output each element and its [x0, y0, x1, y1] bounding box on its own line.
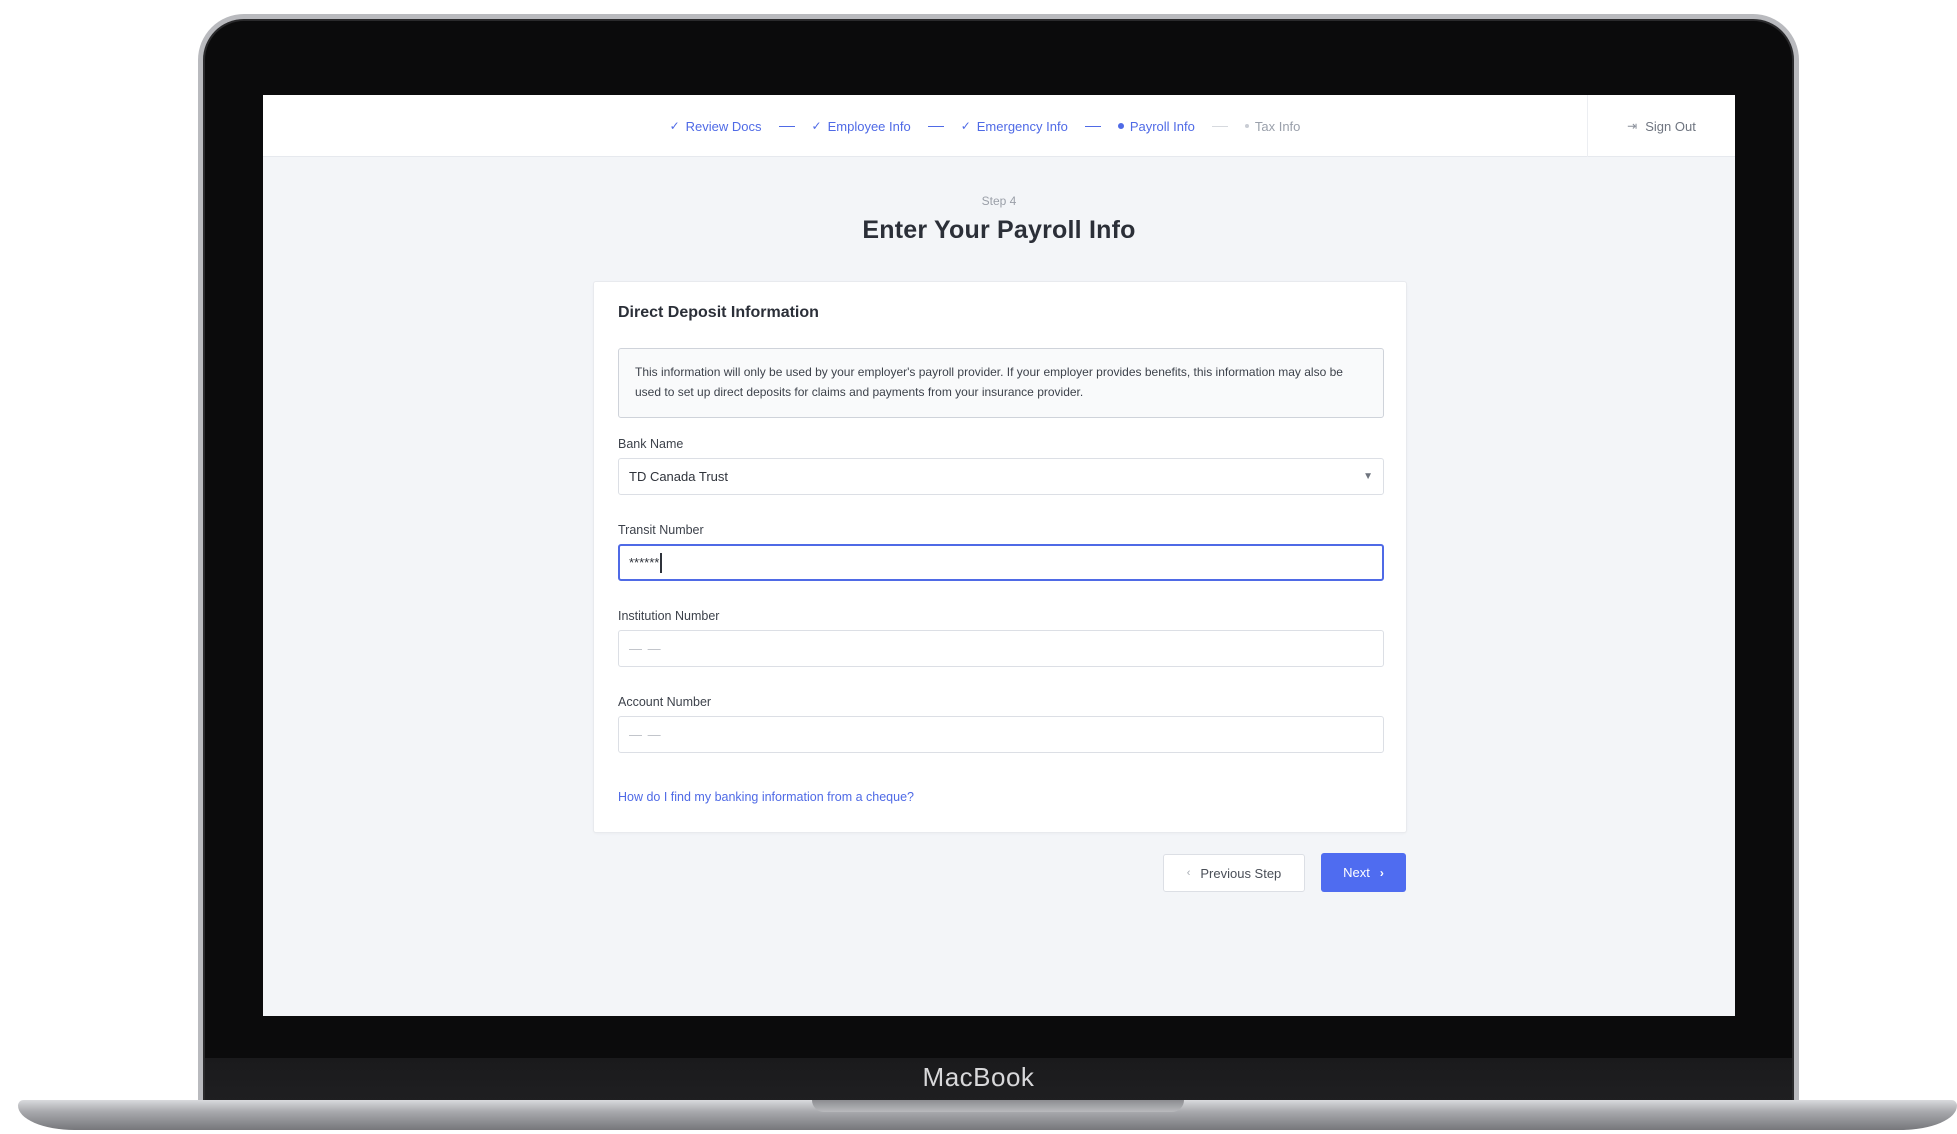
step-review-docs[interactable]: ✓ Review Docs [670, 119, 762, 134]
step-label: Payroll Info [1129, 118, 1195, 134]
step-separator [1084, 125, 1101, 127]
dot-icon [1244, 124, 1249, 128]
step-label: Emergency Info [976, 118, 1068, 134]
transit-number-label: Transit Number [618, 523, 704, 537]
institution-number-label: Institution Number [618, 609, 720, 623]
check-icon: ✓ [811, 119, 822, 133]
info-notice: This information will only be used by yo… [618, 348, 1384, 418]
progress-stepper: ✓ Review Docs ✓ Employee Info ✓ Emergenc… [263, 95, 1735, 157]
device-brand: MacBook [922, 1062, 1035, 1092]
step-label: Tax Info [1254, 118, 1301, 134]
step-tax-info: Tax Info [1244, 118, 1301, 134]
direct-deposit-card: Direct Deposit Information This informat… [593, 281, 1407, 833]
text-cursor [660, 552, 663, 573]
transit-number-value: ****** [629, 555, 660, 570]
account-number-placeholder: — — [629, 727, 662, 742]
chevron-right-icon: › [1379, 865, 1384, 880]
step-label: Employee Info [827, 118, 911, 134]
next-label: Next [1343, 865, 1370, 880]
step-emergency-info[interactable]: ✓ Emergency Info [961, 119, 1068, 134]
chevron-left-icon: ‹ [1186, 867, 1191, 879]
check-icon: ✓ [960, 119, 971, 133]
previous-step-label: Previous Step [1200, 865, 1282, 881]
step-separator [1211, 125, 1228, 127]
bank-name-select[interactable]: TD Canada Trust ▼ [618, 458, 1384, 495]
card-title: Direct Deposit Information [618, 304, 819, 321]
dot-icon [1117, 123, 1124, 129]
sign-out-label: Sign Out [1645, 118, 1696, 134]
top-bar: ✓ Review Docs ✓ Employee Info ✓ Emergenc… [263, 95, 1735, 157]
page-title: Enter Your Payroll Info [862, 216, 1136, 244]
step-indicator: Step 4 [981, 194, 1017, 208]
previous-step-button[interactable]: ‹ Previous Step [1163, 854, 1305, 892]
sign-out-button[interactable]: ⇥ Sign Out [1587, 95, 1735, 157]
banking-help-link[interactable]: How do I find my banking information fro… [618, 790, 914, 804]
app-screen: ✓ Review Docs ✓ Employee Info ✓ Emergenc… [263, 95, 1735, 1016]
bank-name-label: Bank Name [618, 437, 684, 451]
step-label: Review Docs [685, 118, 762, 134]
next-button[interactable]: Next › [1321, 853, 1406, 892]
transit-number-input[interactable]: ****** [618, 544, 1384, 581]
chevron-down-icon: ▼ [1363, 471, 1373, 482]
bank-name-value: TD Canada Trust [629, 469, 728, 484]
sign-out-icon: ⇥ [1627, 119, 1638, 133]
account-number-label: Account Number [618, 695, 712, 709]
step-employee-info[interactable]: ✓ Employee Info [812, 119, 911, 134]
institution-number-input[interactable]: — — [618, 630, 1384, 667]
step-separator [927, 125, 944, 127]
check-icon: ✓ [669, 119, 680, 133]
step-separator [778, 125, 795, 127]
institution-number-placeholder: — — [629, 641, 662, 656]
account-number-input[interactable]: — — [618, 716, 1384, 753]
laptop-notch [812, 1100, 1184, 1112]
step-payroll-info[interactable]: Payroll Info [1117, 118, 1195, 134]
